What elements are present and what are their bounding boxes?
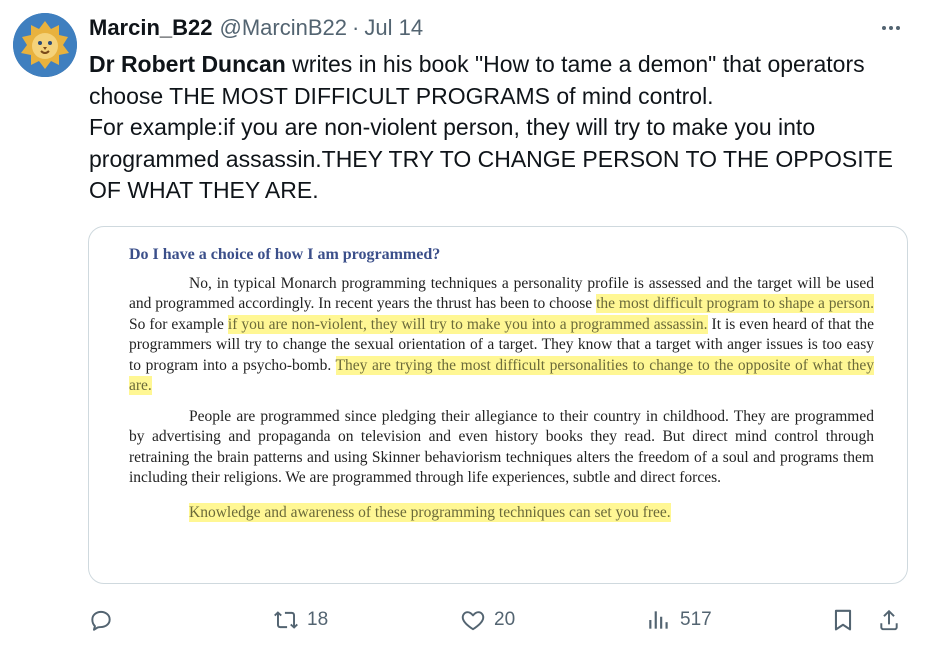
scan-paragraph-2: People are programmed since pledging the…	[129, 407, 874, 487]
lion-avatar-image	[13, 13, 77, 77]
like-count: 20	[494, 609, 516, 630]
retweet-icon	[274, 611, 298, 629]
tweet-text-line2: For example:if you are non-violent perso…	[89, 114, 893, 203]
action-bar: 18 20 517	[88, 600, 908, 640]
scanned-page: Do I have a choice of how I am programme…	[129, 245, 874, 523]
author-name[interactable]: Marcin_B22	[89, 15, 213, 41]
scan-highlight-4: Knowledge and awareness of these program…	[189, 502, 671, 522]
bookmark-icon	[834, 609, 852, 631]
bookmark-button[interactable]	[830, 600, 856, 640]
tweet-header: Marcin_B22 @MarcinB22 · Jul 14	[89, 14, 423, 42]
author-handle[interactable]: @MarcinB22	[220, 15, 348, 41]
retweet-button[interactable]: 18	[273, 600, 328, 640]
avatar[interactable]	[13, 13, 77, 77]
more-options-icon[interactable]	[875, 14, 907, 42]
tweet-text-bold: Dr Robert Duncan	[89, 51, 286, 77]
scan-highlight-2: if you are non-violent, they will try to…	[227, 314, 708, 334]
scan-heading: Do I have a choice of how I am programme…	[129, 246, 441, 263]
scan-p1-b: So for example	[129, 315, 228, 333]
reply-icon	[91, 610, 111, 631]
scan-paragraph-3: Knowledge and awareness of these program…	[129, 502, 874, 524]
reply-button[interactable]	[88, 600, 114, 640]
heart-icon	[461, 611, 485, 631]
scan-paragraph-1: No, in typical Monarch programming techn…	[129, 274, 874, 397]
attached-image[interactable]: Do I have a choice of how I am programme…	[88, 226, 908, 584]
views-button[interactable]: 517	[646, 600, 712, 640]
views-count: 517	[680, 609, 712, 630]
share-button[interactable]	[876, 600, 902, 640]
analytics-icon	[649, 611, 668, 629]
like-button[interactable]: 20	[460, 600, 515, 640]
separator-dot: ·	[352, 15, 360, 40]
tweet-date[interactable]: Jul 14	[364, 15, 423, 41]
retweet-count: 18	[307, 609, 329, 630]
scan-highlight-1: the most difficult program to shape a pe…	[596, 294, 874, 313]
share-icon	[880, 609, 898, 631]
tweet-text: Dr Robert Duncan writes in his book "How…	[89, 49, 909, 207]
